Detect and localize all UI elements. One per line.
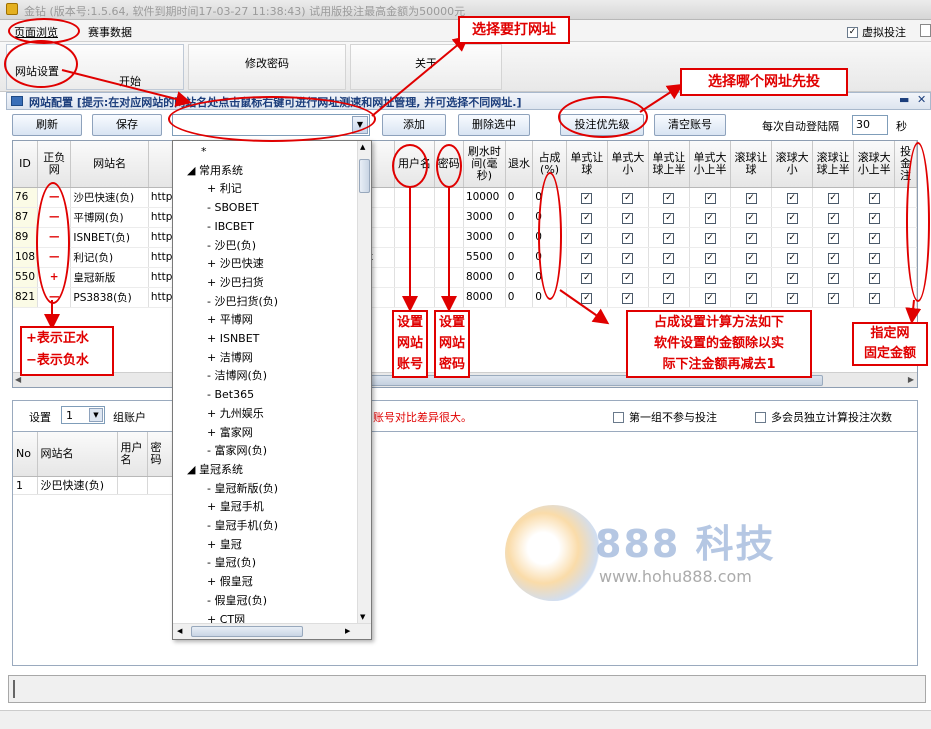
highlight-priority xyxy=(558,96,648,138)
note-plus-line: +表示正水 xyxy=(26,331,89,346)
note-fixed-amount: 指定网 固定金额 xyxy=(852,322,928,366)
note-set-password: 设置 网站 密码 xyxy=(434,310,470,378)
note-set-account: 设置 网站 账号 xyxy=(392,310,428,378)
note-plus-minus: +表示正水 −表示负水 xyxy=(20,326,114,376)
arrow-tab-to-url xyxy=(61,69,192,107)
highlight-sign-column xyxy=(36,182,70,304)
highlight-password-col xyxy=(436,144,462,188)
note-amount-line-2: 固定金额 xyxy=(863,346,916,361)
highlight-site-settings xyxy=(4,40,78,88)
highlight-username-col xyxy=(392,144,428,188)
highlight-share-col xyxy=(538,172,562,300)
note-share-line-2: 软件设置的金额除以实 xyxy=(653,336,784,351)
note-account-line-3: 账号 xyxy=(396,357,423,372)
note-choose-url: 选择要打网址 xyxy=(458,16,570,44)
note-password-line-3: 密码 xyxy=(438,357,465,372)
arrow-priority xyxy=(639,83,684,113)
note-priority-site: 选择哪个网址先投 xyxy=(680,68,848,96)
arrow-amount xyxy=(905,299,922,324)
note-share-line-3: 际下注金额再减去1 xyxy=(662,357,776,372)
highlight-amount-col xyxy=(906,142,930,302)
note-share-line-1: 占成设置计算方法如下 xyxy=(653,315,784,330)
note-password-line-1: 设置 xyxy=(438,315,465,330)
highlight-url-select xyxy=(168,96,376,142)
note-password-line-2: 网站 xyxy=(438,336,465,351)
note-share-method: 占成设置计算方法如下 软件设置的金额除以实 际下注金额再减去1 xyxy=(626,310,812,378)
note-account-line-2: 网站 xyxy=(396,336,423,351)
arrow-share xyxy=(559,289,610,325)
note-amount-line-1: 指定网 xyxy=(870,326,910,341)
note-minus-line: −表示负水 xyxy=(26,353,89,368)
arrow-url-to-note xyxy=(371,35,470,117)
note-account-line-1: 设置 xyxy=(396,315,423,330)
